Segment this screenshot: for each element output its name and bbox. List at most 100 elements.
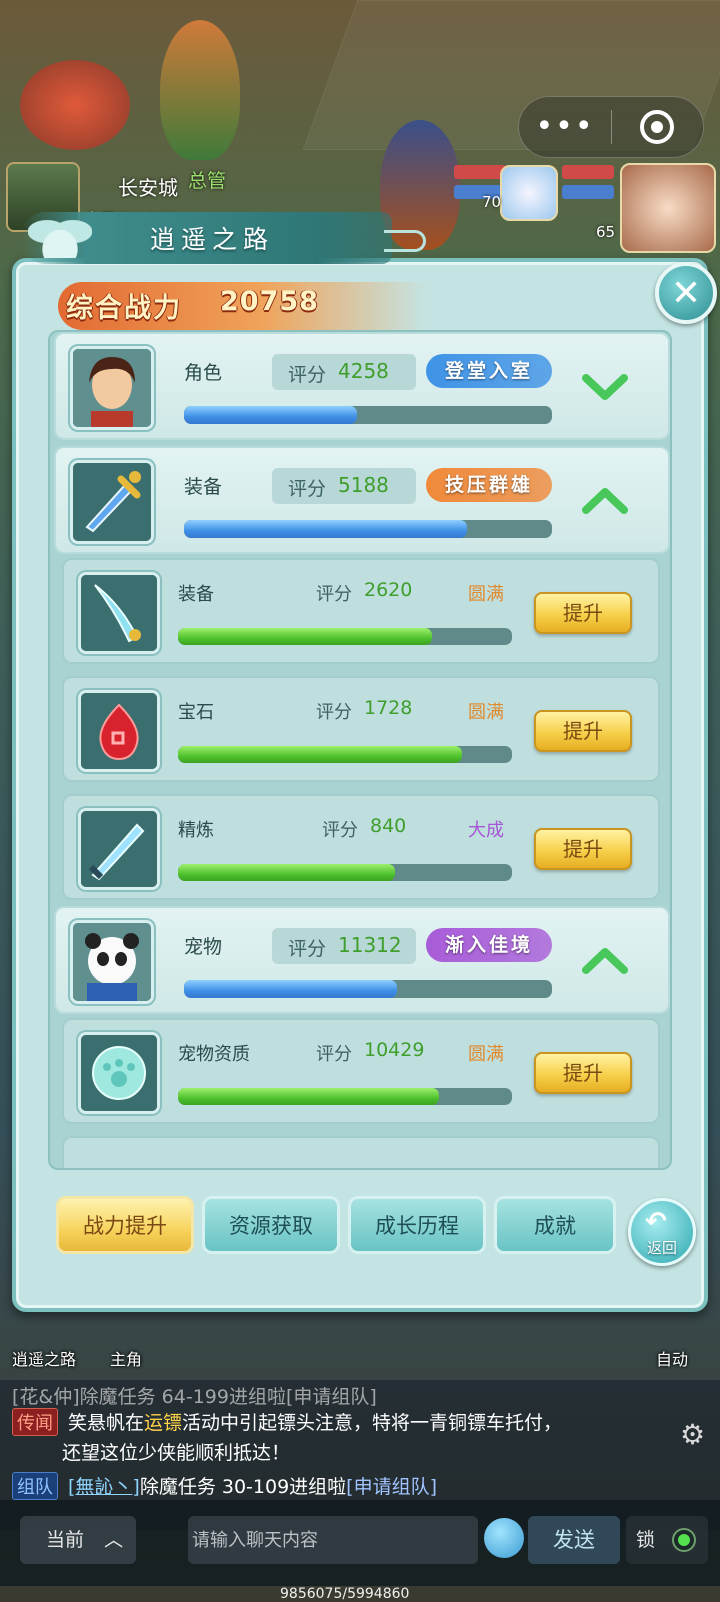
npc-name-label: 总管 — [188, 170, 227, 192]
chat-text: [花&仲]除魔任务 64-199进组啦[申请组队] — [12, 1386, 377, 1408]
blade-icon — [78, 572, 160, 654]
score-value: 4258 — [338, 359, 389, 383]
chevron-up-icon[interactable] — [582, 486, 628, 516]
score-value: 10429 — [364, 1039, 425, 1061]
score-value: 840 — [370, 815, 407, 837]
sword-icon — [70, 460, 154, 544]
tab-power-up[interactable]: 战力提升 — [56, 1196, 194, 1254]
card-name: 角色 — [184, 362, 223, 384]
close-button[interactable]: ✕ — [655, 262, 717, 324]
chat-text: 活动中引起镖头注意，特将一青铜镖车托付， — [182, 1412, 563, 1434]
score-label: 评分 — [316, 1044, 352, 1065]
chat-message-team: 组队 [無訫丶]除魔任务 30-109进组啦[申请组队] — [12, 1472, 437, 1500]
tier-text: 圆满 — [468, 1044, 504, 1065]
card-pet[interactable]: 宠物 评分 11312 渐入佳境 — [54, 906, 670, 1014]
combat-power-banner: 综合战力 20758 — [58, 282, 428, 330]
auto-button[interactable]: 自动 — [656, 1346, 688, 1370]
miniprogram-capsule: ••• — [518, 96, 704, 158]
teammate2-bars — [562, 165, 614, 205]
teammate2-level: 65 — [596, 223, 616, 241]
chat-input[interactable] — [188, 1516, 478, 1564]
subcard-name: 精炼 — [178, 820, 214, 841]
tab-growth[interactable]: 成长历程 — [348, 1196, 486, 1254]
team-hud: 70 65 — [454, 163, 720, 255]
panel-title-banner: 逍遥之路 — [20, 212, 426, 264]
paw-orb-icon — [78, 1032, 160, 1114]
chat-player-link[interactable]: [無訫丶] — [68, 1476, 140, 1498]
upgrade-button[interactable]: 提升 — [534, 710, 632, 752]
upgrade-button[interactable]: 提升 — [534, 1052, 632, 1094]
chat-message-rumor-cont: 还望这位少侠能顺利抵达！ — [62, 1442, 291, 1464]
tier-badge: 技压群雄 — [426, 468, 552, 502]
progress-fill — [184, 980, 398, 998]
chat-message: [花&仲]除魔任务 64-199进组啦[申请组队] — [12, 1382, 377, 1409]
tier-badge: 渐入佳境 — [426, 928, 552, 962]
channel-tag-team: 组队 — [12, 1472, 58, 1500]
subcard-name: 装备 — [178, 584, 214, 605]
progress-fill — [178, 864, 396, 881]
back-button[interactable]: ↶ 返回 — [628, 1198, 696, 1266]
score-label: 评分 — [288, 478, 327, 500]
combat-power-value: 20758 — [220, 286, 319, 317]
close-icon: ✕ — [670, 272, 702, 314]
cloud-curl-ornament — [384, 230, 426, 252]
score-value: 1728 — [364, 697, 413, 719]
tier-text: 圆满 — [468, 702, 504, 723]
chat-link[interactable]: 运镖 — [144, 1412, 182, 1434]
xiaoyao-shortcut[interactable]: 逍遥之路 — [12, 1346, 76, 1370]
card-role[interactable]: 角色 评分 4258 登堂入室 — [54, 332, 670, 440]
channel-selector[interactable]: 当前 ︿ — [20, 1516, 136, 1564]
tier-text: 圆满 — [468, 584, 504, 605]
tier-badge: 登堂入室 — [426, 354, 552, 388]
back-label: 返回 — [646, 1239, 677, 1257]
target-icon — [640, 110, 675, 144]
lock-switch-icon — [672, 1528, 696, 1552]
channel-label: 当前 — [46, 1529, 85, 1551]
upgrade-button[interactable]: 提升 — [534, 592, 632, 634]
panel-title: 逍遥之路 — [150, 225, 275, 254]
progress-bar — [184, 406, 552, 424]
chat-text: 笑悬帆在 — [68, 1412, 145, 1434]
chat-text: 除魔任务 30-109进组啦 — [139, 1476, 347, 1498]
subcard-name: 宠物资质 — [178, 1044, 250, 1065]
channel-tag-rumor: 传闻 — [12, 1408, 58, 1436]
score-label: 评分 — [322, 820, 358, 841]
teammate2-avatar[interactable] — [620, 163, 716, 253]
chevron-down-icon[interactable] — [582, 372, 628, 402]
lock-toggle[interactable]: 锁 — [626, 1516, 708, 1564]
npc-steward[interactable] — [160, 20, 240, 160]
progress-bar — [178, 1088, 512, 1105]
bottom-tab-bar: 战力提升 资源获取 成长历程 成就 — [56, 1196, 616, 1256]
combat-power-label: 综合战力 — [66, 293, 182, 324]
main-character-shortcut[interactable]: 主角 — [110, 1346, 142, 1370]
upgrade-button[interactable]: 提升 — [534, 828, 632, 870]
gear-icon[interactable]: ⚙ — [680, 1418, 705, 1451]
score-label: 评分 — [316, 584, 352, 605]
subcard-equipment: 装备 评分 2620 圆满 提升 — [62, 558, 660, 664]
tab-achievements[interactable]: 成就 — [494, 1196, 616, 1254]
card-name: 装备 — [184, 476, 223, 498]
score-label: 评分 — [288, 364, 327, 386]
progress-bar — [178, 746, 512, 763]
send-button[interactable]: 发送 — [528, 1516, 620, 1564]
card-equipment[interactable]: 装备 评分 5188 技压群雄 — [54, 446, 670, 554]
teammate1-avatar[interactable] — [500, 165, 558, 221]
map-name: 长安城 — [118, 176, 178, 200]
flower-pot — [20, 60, 130, 150]
tier-text: 大成 — [468, 820, 504, 841]
more-menu-button[interactable]: ••• — [519, 96, 611, 158]
chat-message-rumor: 传闻 笑悬帆在运镖活动中引起镖头注意，特将一青铜镖车托付， — [12, 1408, 562, 1436]
chevron-up-icon[interactable] — [582, 946, 628, 976]
progress-fill — [178, 628, 432, 645]
score-value: 2620 — [364, 579, 413, 601]
power-list[interactable]: 角色 评分 4258 登堂入室 装备 评分 5188 技压群雄 装备 评分 26… — [48, 330, 672, 1170]
close-miniprogram-button[interactable] — [612, 110, 703, 144]
teammate1-level: 70 — [482, 193, 502, 211]
card-name: 宠物 — [184, 936, 223, 958]
progress-fill — [184, 406, 357, 424]
apply-team-link[interactable]: [申请组队] — [346, 1476, 437, 1498]
tab-resources[interactable]: 资源获取 — [202, 1196, 340, 1254]
panda-pet-icon — [70, 920, 154, 1004]
emoji-icon[interactable] — [484, 1518, 524, 1558]
subcard-gem: 宝石 评分 1728 圆满 提升 — [62, 676, 660, 782]
